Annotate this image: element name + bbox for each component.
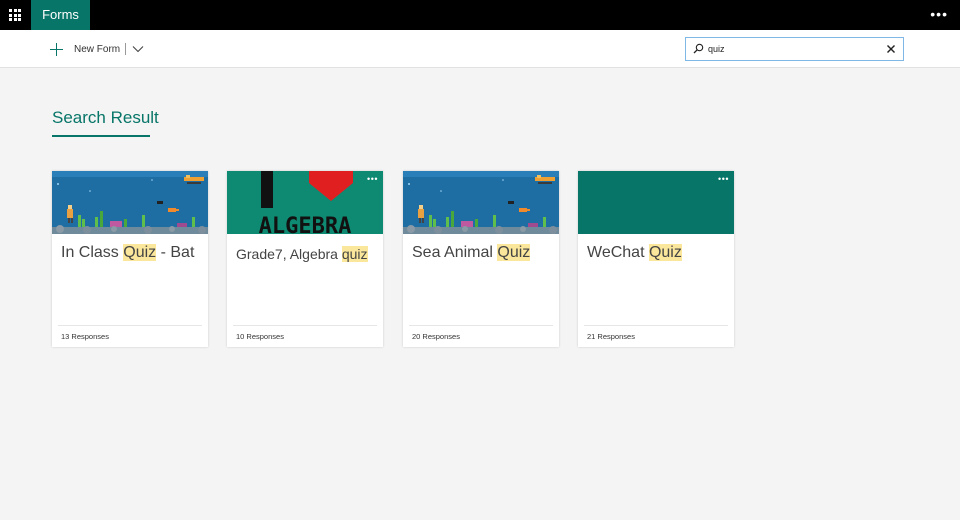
- solid-teal-thumbnail: [578, 171, 734, 234]
- plus-icon: [50, 42, 63, 56]
- more-options-icon[interactable]: •••: [718, 175, 729, 184]
- card-responses: 10 Responses: [236, 332, 284, 341]
- new-form-label: New Form: [74, 43, 121, 55]
- search-match-highlight: Quiz: [497, 244, 531, 261]
- form-card[interactable]: In Class Quiz - Bat 13 Responses: [52, 171, 208, 347]
- search-match-highlight: quiz: [341, 246, 368, 262]
- command-bar: New Form: [0, 30, 960, 68]
- new-form-button[interactable]: New Form: [50, 39, 120, 59]
- card-title: Grade7, Algebra quiz: [236, 246, 368, 262]
- command-separator: [125, 43, 126, 55]
- section-title: Search Result: [52, 108, 159, 127]
- card-responses: 21 Responses: [587, 332, 635, 341]
- svg-text:ALGEBRA: ALGEBRA: [259, 214, 352, 234]
- underwater-scene-thumbnail: [403, 171, 559, 234]
- card-divider: [233, 325, 377, 326]
- chevron-down-icon[interactable]: [131, 42, 145, 56]
- waffle-icon: [9, 9, 21, 21]
- card-divider: [409, 325, 553, 326]
- card-title: Sea Animal Quiz: [412, 244, 531, 261]
- clear-search-icon[interactable]: [887, 45, 895, 53]
- form-card[interactable]: Sea Animal Quiz 20 Responses: [403, 171, 559, 347]
- card-responses: 20 Responses: [412, 332, 460, 341]
- search-input[interactable]: [708, 41, 878, 57]
- search-icon: [693, 43, 704, 54]
- search-match-highlight: Quiz: [648, 244, 682, 261]
- card-title: WeChat Quiz: [587, 244, 682, 261]
- i-love-algebra-thumbnail: ALGEBRA: [227, 171, 383, 234]
- app-launcher-button[interactable]: [0, 0, 30, 30]
- form-card[interactable]: ••• WeChat Quiz 21 Responses: [578, 171, 734, 347]
- card-divider: [58, 325, 202, 326]
- card-divider: [584, 325, 728, 326]
- underwater-scene-thumbnail: [52, 171, 208, 234]
- section-title-underline: [52, 135, 150, 137]
- app-name[interactable]: Forms: [31, 0, 90, 30]
- top-bar: Forms •••: [0, 0, 960, 30]
- card-title: In Class Quiz - Bat: [61, 244, 195, 261]
- more-options-icon[interactable]: •••: [930, 7, 948, 21]
- more-options-icon[interactable]: •••: [367, 175, 378, 184]
- card-responses: 13 Responses: [61, 332, 109, 341]
- search-box[interactable]: [685, 37, 904, 61]
- form-card[interactable]: ALGEBRA ••• Grade7, Algebra quiz 10 Resp…: [227, 171, 383, 347]
- search-match-highlight: Quiz: [123, 244, 157, 261]
